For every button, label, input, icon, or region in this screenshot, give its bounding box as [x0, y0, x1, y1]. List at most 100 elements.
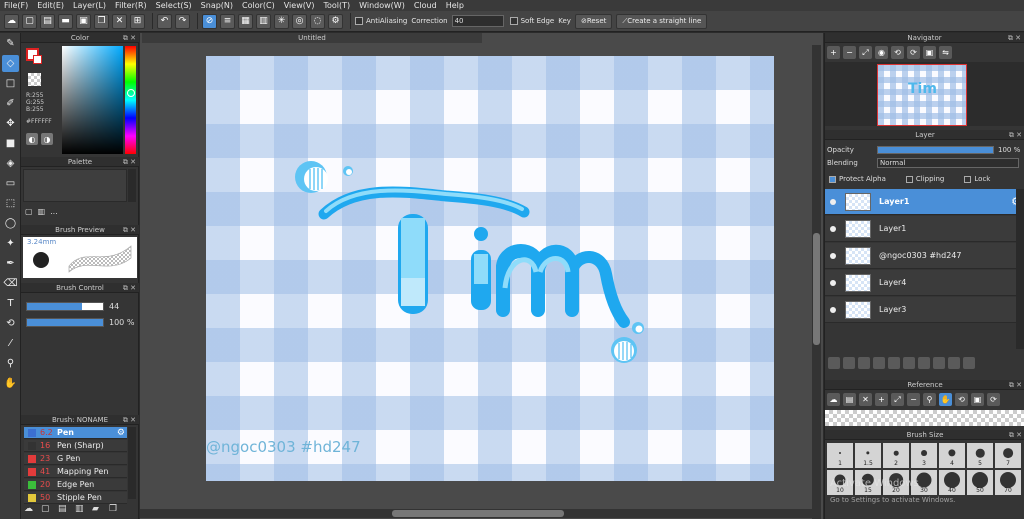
crisscross-snap-icon[interactable]: ▥: [256, 13, 271, 29]
menu-filter[interactable]: Filter(R): [115, 0, 147, 11]
brush-opacity-value[interactable]: 100 %: [109, 318, 134, 327]
brush-list-item[interactable]: 20 Edge Pen: [24, 479, 127, 491]
cloud-icon[interactable]: ☁: [4, 13, 19, 29]
copy-icon[interactable]: ❐: [94, 13, 109, 29]
save-icon[interactable]: ▣: [76, 13, 91, 29]
brush-size-preset[interactable]: 3: [911, 443, 937, 468]
blending-select[interactable]: Normal: [877, 158, 1019, 168]
menu-select[interactable]: Select(S): [156, 0, 192, 11]
panel-close-icon[interactable]: ⧉ ✕: [1009, 380, 1022, 390]
canvas-vertical-scrollbar[interactable]: [812, 45, 821, 519]
drawing-canvas[interactable]: [206, 56, 774, 481]
layer-list-scrollbar[interactable]: [1016, 189, 1024, 349]
hand-tool-icon[interactable]: ✋: [2, 375, 19, 392]
fit-window-icon[interactable]: ⤢: [859, 46, 872, 59]
menu-cloud[interactable]: Cloud: [414, 0, 437, 11]
reference-eyedropper-icon[interactable]: ⚲: [923, 393, 936, 406]
layer-opacity-slider[interactable]: [877, 146, 994, 154]
cloud-brush-icon[interactable]: ☁: [24, 504, 37, 515]
menu-file[interactable]: File(F): [4, 0, 28, 11]
transform-icon[interactable]: ⊞: [130, 13, 145, 29]
parallel-snap-icon[interactable]: ≡: [220, 13, 235, 29]
brush-size-preset[interactable]: 70: [995, 470, 1021, 495]
move-tool-icon[interactable]: ✥: [2, 115, 19, 132]
palette-menu[interactable]: ...: [50, 207, 58, 216]
brush-size-preset[interactable]: 1.5: [855, 443, 881, 468]
add-brush-icon[interactable]: ▢: [41, 504, 54, 515]
menu-view[interactable]: View(V): [284, 0, 315, 11]
copy-layer-icon[interactable]: [858, 357, 870, 369]
reference-hand-icon[interactable]: ✋: [939, 393, 952, 406]
dot-tool-icon[interactable]: □: [2, 75, 19, 92]
redo-icon[interactable]: ↷: [175, 13, 190, 29]
navigator-view[interactable]: Tim: [825, 62, 1024, 126]
brush-list-item[interactable]: 23 G Pen: [24, 453, 127, 465]
reference-close-icon[interactable]: ✕: [859, 393, 872, 406]
zoom-in-icon[interactable]: +: [827, 46, 840, 59]
palette-swatch-area[interactable]: [23, 169, 127, 202]
rotate-left-icon[interactable]: ⟲: [891, 46, 904, 59]
layer-visibility-icon[interactable]: [830, 279, 836, 286]
brush-list-scrollbar[interactable]: [128, 427, 136, 499]
merge-layer-icon[interactable]: [873, 357, 885, 369]
straight-line-button[interactable]: ⟋ Create a straight line: [616, 13, 708, 29]
menu-tool[interactable]: Tool(T): [323, 0, 350, 11]
brush-list-item[interactable]: 16 Pen (Sharp): [24, 440, 127, 452]
reference-rotate-left-icon[interactable]: ⟲: [955, 393, 968, 406]
layer-folder-icon[interactable]: [903, 357, 915, 369]
layer-row[interactable]: Layer4: [825, 270, 1024, 296]
brush-tool-icon[interactable]: ✎: [2, 35, 19, 52]
brush-list-item[interactable]: 6.2 Pen ⚙: [24, 427, 127, 439]
layer-duplicate-icon[interactable]: [918, 357, 930, 369]
panel-close-icon[interactable]: ⧉ ✕: [123, 283, 136, 293]
color-slider-icon[interactable]: ◑: [41, 133, 53, 145]
reference-view[interactable]: [825, 410, 1024, 426]
clipping-checkbox[interactable]: [905, 175, 913, 183]
panel-close-icon[interactable]: ⧉ ✕: [123, 415, 136, 425]
fill-rect-tool-icon[interactable]: ■: [2, 135, 19, 152]
hue-slider-handle[interactable]: [127, 89, 135, 97]
antialiasing-checkbox[interactable]: [355, 17, 363, 25]
hue-slider[interactable]: [125, 46, 136, 154]
reset-view-icon[interactable]: ▣: [923, 46, 936, 59]
brush-options-icon[interactable]: ▤: [58, 504, 71, 515]
layer-settings-icon[interactable]: [948, 357, 960, 369]
actual-size-icon[interactable]: ◉: [875, 46, 888, 59]
panel-close-icon[interactable]: ⧉ ✕: [1009, 430, 1022, 440]
brush-size-slider[interactable]: [26, 301, 104, 311]
protect-alpha-checkbox[interactable]: [829, 175, 836, 183]
brush-size-preset[interactable]: 1: [827, 443, 853, 468]
layer-menu-icon[interactable]: [888, 357, 900, 369]
delete-icon[interactable]: ✕: [112, 13, 127, 29]
panel-close-icon[interactable]: ⧉ ✕: [123, 157, 136, 167]
new-file-icon[interactable]: ▢: [22, 13, 37, 29]
reference-open-icon[interactable]: ▤: [843, 393, 856, 406]
flip-horizontal-icon[interactable]: ⇋: [939, 46, 952, 59]
snap-settings-icon[interactable]: ⚙: [328, 13, 343, 29]
new-layer-icon[interactable]: [828, 357, 840, 369]
menu-layer[interactable]: Layer(L): [73, 0, 106, 11]
layer-row[interactable]: @ngoc0303 #hd247: [825, 243, 1024, 269]
layer-visibility-icon[interactable]: [830, 198, 836, 205]
curve-snap-icon[interactable]: ◌: [310, 13, 325, 29]
reference-reset-icon[interactable]: ▣: [971, 393, 984, 406]
circle-snap-icon[interactable]: ◎: [292, 13, 307, 29]
reference-zoom-out-icon[interactable]: −: [907, 393, 920, 406]
panel-close-icon[interactable]: ⧉ ✕: [123, 225, 136, 235]
select-rect-tool-icon[interactable]: ⬚: [2, 195, 19, 212]
document-tab[interactable]: Untitled: [142, 33, 482, 43]
eraser-tool-icon[interactable]: ◇: [2, 55, 19, 72]
delete-layer-icon[interactable]: [963, 357, 975, 369]
reference-fit-icon[interactable]: ⤢: [891, 393, 904, 406]
brush-size-preset[interactable]: 2: [883, 443, 909, 468]
palette-add-icon[interactable]: ▢: [25, 207, 33, 216]
eyedropper-tool-icon[interactable]: ⚲: [2, 355, 19, 372]
brush-list-item[interactable]: 41 Mapping Pen: [24, 466, 127, 478]
lasso-tool-icon[interactable]: ◯: [2, 215, 19, 232]
snap-off-icon[interactable]: ⊘: [202, 13, 217, 29]
layer-visibility-icon[interactable]: [830, 252, 836, 259]
soft-edge-checkbox[interactable]: [509, 17, 518, 25]
menu-window[interactable]: Window(W): [359, 0, 405, 11]
layer-row[interactable]: Layer1: [825, 216, 1024, 242]
brush-opacity-slider[interactable]: [26, 317, 104, 327]
